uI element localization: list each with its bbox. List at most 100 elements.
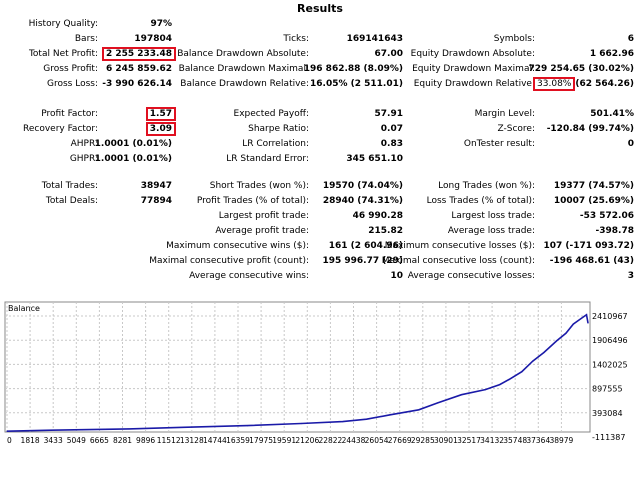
stat-label: Equity Drawdown Maximal:: [412, 64, 535, 74]
x-tick-label: 35748: [503, 436, 527, 445]
stat-value: 6 245 859.62: [105, 64, 172, 74]
stats-row: AHPR: 1.0001 (0.01%) LR Correlation: 0.83 On…: [0, 139, 640, 154]
stat-label: Balance Drawdown Relative:: [180, 79, 309, 89]
stat-value: 1.57: [145, 107, 177, 121]
y-tick-label: 393084: [592, 409, 623, 418]
stat-value: 10007 (25.69%): [553, 196, 634, 206]
y-tick-label: 1906496: [592, 336, 628, 345]
stats-row: GHPR: 1.0001 (0.01%) LR Standard Error: 345…: [0, 154, 640, 169]
stat-value: 3: [627, 271, 634, 281]
stat-label: Largest loss trade:: [451, 211, 535, 221]
stat-label: Maximal consecutive profit (count):: [149, 256, 309, 266]
stats-row: Maximum consecutive wins ($): 161 (2 604.…: [0, 241, 640, 256]
balance-point: [247, 425, 249, 427]
stat-label: LR Correlation:: [242, 139, 309, 149]
stat-label: Expected Payoff:: [233, 109, 309, 119]
x-tick-label: 21206: [295, 436, 319, 445]
stat-label: Largest profit trade:: [218, 211, 309, 221]
results-title: Results: [297, 2, 343, 15]
stat-label: Balance Drawdown Maximal:: [178, 64, 309, 74]
stats-row: Maximal consecutive profit (count): 195 9…: [0, 256, 640, 271]
stat-label: Profit Trades (% of total):: [196, 196, 309, 206]
stat-value: 0: [627, 139, 634, 149]
balance-point: [499, 384, 501, 386]
x-tick-label: 19591: [272, 436, 296, 445]
balance-point: [437, 402, 439, 404]
stat-value: 19377 (74.57%): [553, 181, 634, 191]
stat-value: 77894: [140, 196, 172, 206]
stat-value: 2 255 233.48: [101, 47, 177, 61]
stat-label: Symbols:: [493, 34, 535, 44]
balance-point: [580, 318, 582, 320]
balance-point: [6, 430, 8, 432]
stat-value: 196 862.88 (8.09%): [303, 64, 403, 74]
stat-label: Total Trades:: [41, 181, 98, 191]
stat-value: 28940 (74.31%): [322, 196, 403, 206]
stat-label: Balance Drawdown Absolute:: [177, 49, 309, 59]
stat-value: 16.05% (2 511.01): [310, 79, 403, 89]
y-tick-label: 2410967: [592, 312, 628, 321]
stat-value-detail: (62 564.26): [575, 79, 634, 89]
balance-point: [555, 340, 558, 342]
stat-value: -398.78: [595, 226, 634, 236]
stat-value: 19570 (74.04%): [322, 181, 403, 191]
x-tick-label: 22822: [318, 436, 342, 445]
x-tick-label: 5049: [67, 436, 86, 445]
stat-value: 729 254.65 (30.02%): [528, 64, 635, 74]
x-tick-label: 11512: [157, 436, 181, 445]
stats-row: Total Deals: 77894 Profit Trades (% of tot…: [0, 196, 640, 211]
balance-point: [389, 414, 391, 416]
stat-label: Average consecutive wins:: [189, 271, 309, 281]
stats-row: History Quality: 97%: [0, 19, 640, 34]
stat-value: 38947: [140, 181, 172, 191]
stat-label: Gross Profit:: [43, 64, 98, 74]
stat-value: 107 (-171 093.72): [543, 241, 634, 251]
stat-label: Recovery Factor:: [22, 124, 98, 134]
x-tick-label: 26054: [365, 436, 389, 445]
balance-point: [521, 371, 523, 373]
x-tick-label: 6665: [90, 436, 109, 445]
highlighted-value: 33.08%: [533, 77, 576, 91]
stat-value: 345 651.10: [346, 154, 403, 164]
stats-row: Gross Profit: 6 245 859.62 Balance Drawdow…: [0, 64, 640, 79]
stat-value: 3.09: [145, 122, 177, 136]
x-tick-label: 17975: [249, 436, 273, 445]
stat-label: OnTester result:: [463, 139, 535, 149]
stat-label: Bars:: [74, 34, 98, 44]
stat-label: Equity Drawdown Absolute:: [410, 49, 535, 59]
y-tick-label: 897555: [592, 385, 623, 394]
stat-value: 6: [627, 34, 634, 44]
stats-row: Average profit trade: 215.82 Average loss …: [0, 226, 640, 241]
stat-value: 97%: [150, 19, 172, 29]
balance-point: [365, 418, 368, 420]
x-tick-label: 16359: [226, 436, 250, 445]
stat-label: Sharpe Ratio:: [248, 124, 309, 134]
balance-point: [572, 323, 574, 325]
stat-label: Ticks:: [283, 34, 309, 44]
balance-point: [418, 409, 420, 411]
x-tick-label: 32517: [457, 436, 481, 445]
stat-value: 33.08% (62 564.26): [533, 77, 634, 91]
stat-label: Average loss trade:: [447, 226, 535, 236]
stat-label: Profit Factor:: [41, 109, 98, 119]
stat-value: -196 468.61 (43): [549, 256, 634, 266]
balance-point: [128, 428, 130, 430]
stats-row: Total Trades: 38947 Short Trades (won %): 1…: [0, 181, 640, 196]
x-tick-label: 3433: [44, 436, 63, 445]
stats-row: Bars: 197804 Ticks: 169141643 Symbols: 6: [0, 34, 640, 49]
y-tick-label: -111387: [592, 433, 625, 442]
stat-value: -53 572.06: [579, 211, 634, 221]
x-tick-label: 24438: [342, 436, 366, 445]
stat-label: Total Deals:: [45, 196, 98, 206]
stats-row: Largest profit trade: 46 990.28 Largest lo…: [0, 211, 640, 226]
stat-value: 0.83: [380, 139, 403, 149]
x-tick-label: 27669: [388, 436, 412, 445]
x-tick-label: 29285: [411, 436, 435, 445]
x-tick-label: 13128: [180, 436, 204, 445]
stat-label: Maximum consecutive losses ($):: [384, 241, 535, 251]
balance-point: [543, 351, 545, 354]
x-tick-label: 30901: [434, 436, 458, 445]
balance-point: [565, 332, 567, 334]
balance-point: [587, 322, 589, 324]
balance-point: [460, 394, 463, 396]
